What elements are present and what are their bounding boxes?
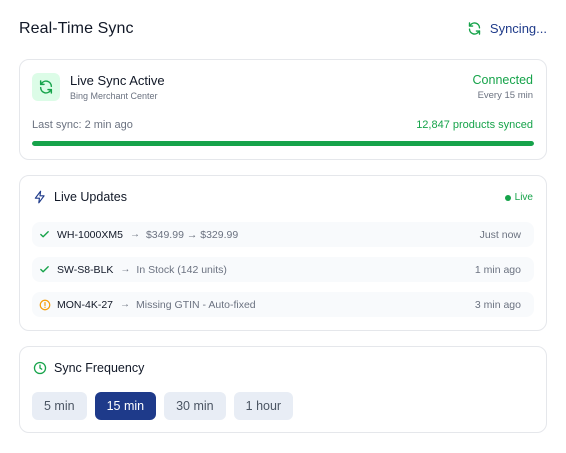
products-synced-count: 12,847 products synced xyxy=(416,119,533,131)
update-sku: MON-4K-27 xyxy=(57,298,114,311)
header: Real-Time Sync Syncing... xyxy=(19,18,547,42)
update-sku: SW-S8-BLK xyxy=(57,263,114,276)
sync-progress-bar xyxy=(32,141,534,146)
sync-frequency-card: Sync Frequency 5 min 15 min 30 min 1 hou… xyxy=(19,346,547,433)
refresh-icon xyxy=(39,80,53,94)
update-row: SW-S8-BLK → In Stock (142 units) 1 min a… xyxy=(32,257,534,282)
lightning-icon xyxy=(34,190,45,204)
live-updates-header: Live Updates xyxy=(33,190,127,204)
update-change: Missing GTIN - Auto-fixed xyxy=(136,298,256,311)
refresh-icon xyxy=(468,22,481,35)
syncing-status[interactable]: Syncing... xyxy=(467,21,547,36)
frequency-options: 5 min 15 min 30 min 1 hour xyxy=(32,392,301,420)
live-updates-title: Live Updates xyxy=(54,190,127,204)
live-badge: Live xyxy=(504,192,533,203)
live-badge-label: Live xyxy=(514,192,533,203)
frequency-option-30-min[interactable]: 30 min xyxy=(164,392,226,420)
update-row: WH-1000XM5 → $349.99 → $329.99 Just now xyxy=(32,222,534,247)
sync-status-title: Live Sync Active xyxy=(70,73,165,88)
frequency-option-15-min[interactable]: 15 min xyxy=(94,392,157,420)
sync-frequency-text: Every 15 min xyxy=(477,90,533,101)
update-change: $349.99 → $329.99 xyxy=(145,228,239,241)
sync-progress-fill xyxy=(32,141,534,146)
sync-status-card: Live Sync Active Bing Merchant Center Co… xyxy=(19,59,547,160)
sync-destination: Bing Merchant Center xyxy=(70,91,158,101)
check-icon xyxy=(39,264,51,275)
sync-frequency-title: Sync Frequency xyxy=(54,361,145,375)
page-title: Real-Time Sync xyxy=(19,20,134,37)
alert-circle-icon xyxy=(39,299,51,311)
live-dot-icon xyxy=(504,194,511,201)
arrow-right-icon: → xyxy=(120,299,131,310)
syncing-label: Syncing... xyxy=(489,21,547,36)
frequency-option-5-min[interactable]: 5 min xyxy=(32,392,87,420)
arrow-right-icon: → xyxy=(129,229,140,240)
sync-icon-box xyxy=(32,73,60,101)
update-time: 3 min ago xyxy=(474,298,521,311)
sync-frequency-header: Sync Frequency xyxy=(33,361,144,375)
connection-status: Connected xyxy=(472,73,533,87)
update-sku: WH-1000XM5 xyxy=(57,228,123,241)
arrow-right-icon: → xyxy=(120,264,131,275)
check-icon xyxy=(39,229,51,240)
live-updates-card: Live Updates Live WH-1000XM5 → $349.99 →… xyxy=(19,175,547,331)
clock-icon xyxy=(33,361,47,375)
update-change: In Stock (142 units) xyxy=(136,263,227,276)
frequency-option-1-hour[interactable]: 1 hour xyxy=(233,392,294,420)
last-sync-time: Last sync: 2 min ago xyxy=(32,119,133,131)
update-time: 1 min ago xyxy=(474,263,521,276)
update-time: Just now xyxy=(479,228,521,241)
update-row: MON-4K-27 → Missing GTIN - Auto-fixed 3 … xyxy=(32,292,534,317)
